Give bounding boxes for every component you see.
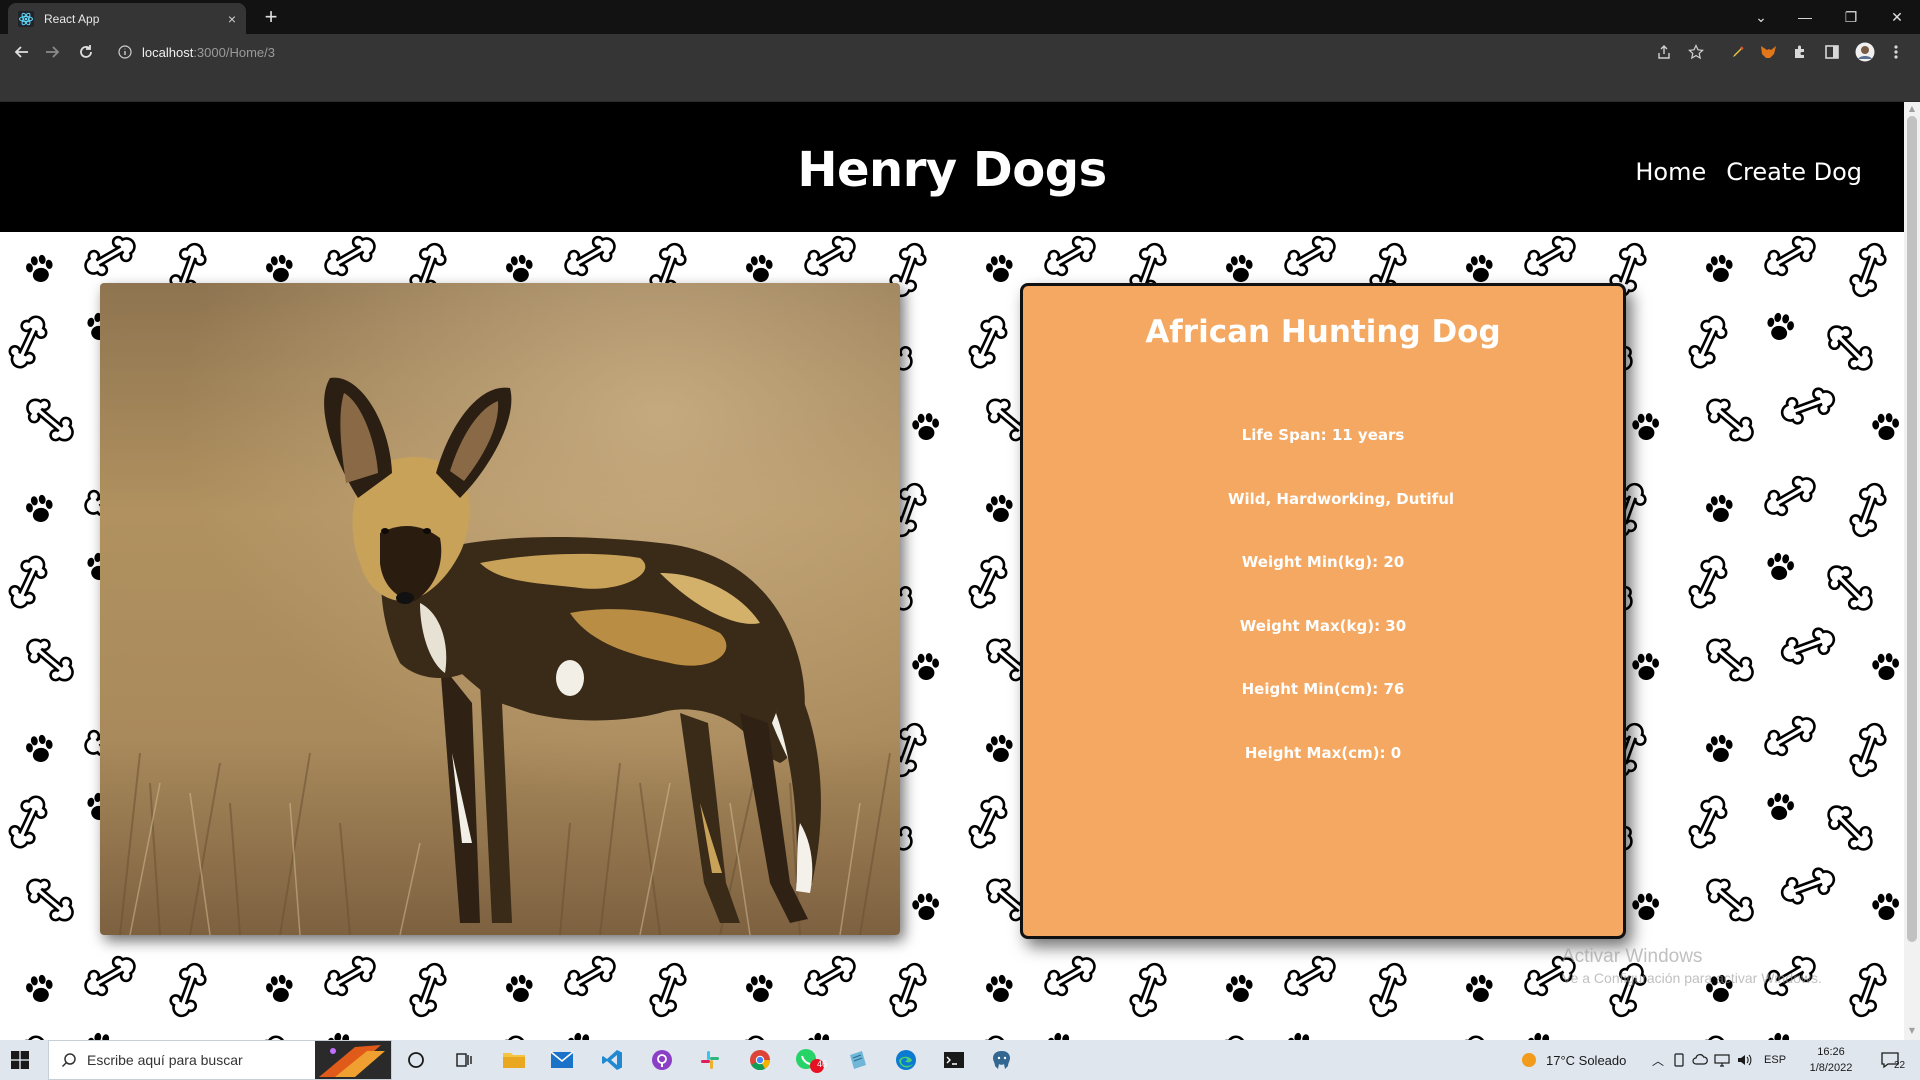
cloud-icon[interactable] (1692, 1053, 1708, 1067)
chevron-up-icon[interactable]: ︿ (1652, 1052, 1664, 1069)
search-placeholder: Escribe aquí para buscar (87, 1052, 243, 1068)
info-icon[interactable] (118, 45, 132, 59)
device-icon[interactable] (1672, 1053, 1686, 1067)
url-host: localhost (142, 44, 194, 60)
dog-photo (100, 283, 900, 935)
site-nav: Home Create Dog (1635, 158, 1862, 186)
dog-weight-max: Weight Max(kg): 30 (1239, 617, 1407, 635)
nav-home-link[interactable]: Home (1635, 158, 1706, 186)
close-window-button[interactable]: ✕ (1874, 0, 1920, 34)
reload-button[interactable] (74, 40, 98, 64)
dog-name: African Hunting Dog (1145, 314, 1501, 350)
arrow-left-icon (14, 46, 28, 58)
profile-avatar[interactable] (1855, 42, 1875, 62)
dog-temperament: Wild, Hardworking, Dutiful (1227, 490, 1455, 508)
page-scrollbar[interactable]: ▲ ▼ (1904, 102, 1920, 1040)
tab-title: React App (44, 11, 100, 26)
taskbar-clock[interactable]: 16:26 1/8/2022 (1800, 1044, 1862, 1076)
side-panel-icon[interactable] (1822, 42, 1842, 62)
weather-widget[interactable]: 17°C Soleado (1520, 1040, 1626, 1080)
windows-start-icon[interactable] (10, 1050, 30, 1070)
extensions-puzzle-icon[interactable] (1790, 42, 1810, 62)
podcast-app-icon[interactable] (642, 1044, 682, 1076)
forward-button[interactable] (40, 40, 64, 64)
chrome-icon[interactable] (740, 1044, 780, 1076)
scroll-down-icon[interactable]: ▼ (1907, 1026, 1917, 1036)
windows-activation-watermark: Activar Windows Ve a Configuración para … (1562, 946, 1822, 986)
dog-life-span: Life Span: 11 years (1241, 426, 1405, 444)
site-header: Henry Dogs Home Create Dog (0, 102, 1904, 232)
browser-tab[interactable]: React App × (8, 3, 246, 34)
clock-date: 1/8/2022 (1809, 1062, 1853, 1074)
watermark-line-1: Activar Windows (1562, 946, 1703, 967)
pencil-extension-icon[interactable] (1728, 42, 1748, 62)
reload-icon (80, 45, 92, 58)
volume-icon[interactable] (1736, 1053, 1752, 1067)
minimize-button[interactable]: — (1782, 0, 1828, 34)
bookmark-star-icon[interactable] (1686, 42, 1706, 62)
input-language[interactable]: ESP (1764, 1054, 1786, 1066)
back-button[interactable] (10, 40, 34, 64)
whatsapp-badge: 46 (817, 1059, 828, 1069)
restore-button[interactable]: ❐ (1828, 0, 1874, 34)
tab-search-icon[interactable]: ⌄ (1738, 0, 1784, 34)
task-view-icon[interactable] (444, 1044, 484, 1076)
weather-text: 17°C Soleado (1546, 1052, 1627, 1068)
address-bar[interactable]: localhost:3000/Home/3 (108, 38, 1708, 66)
url-path: :3000/Home/3 (193, 44, 275, 60)
mail-icon[interactable] (542, 1044, 582, 1076)
page-viewport: Henry Dogs Home Create Dog African Hunti… (0, 102, 1904, 1040)
file-explorer-icon[interactable] (494, 1044, 534, 1076)
postgres-icon[interactable] (982, 1044, 1022, 1076)
browser-toolbar: localhost:3000/Home/3 (0, 34, 1920, 70)
windows-taskbar: Escribe aquí para buscar 46 17°C Soleado… (0, 1040, 1920, 1080)
dog-height-max: Height Max(cm): 0 (1244, 744, 1402, 762)
metamask-extension-icon[interactable] (1758, 42, 1778, 62)
vscode-icon[interactable] (592, 1044, 632, 1076)
react-favicon-icon (18, 10, 34, 27)
notification-count: 22 (1894, 1059, 1906, 1071)
sun-icon (1522, 1053, 1536, 1067)
arrow-right-icon (46, 46, 60, 58)
tab-close-icon[interactable]: × (228, 11, 236, 27)
dog-detail-card: African Hunting Dog Life Span: 11 years … (1020, 283, 1626, 939)
notifications-button[interactable]: 22 (1880, 1040, 1905, 1080)
browser-menu-icon[interactable] (1886, 42, 1906, 62)
scroll-thumb[interactable] (1907, 116, 1917, 942)
notes-app-icon[interactable] (838, 1044, 878, 1076)
whatsapp-icon[interactable]: 46 (790, 1044, 830, 1076)
search-highlight-art-icon (315, 1041, 391, 1079)
cortana-icon[interactable] (396, 1044, 436, 1076)
site-title: Henry Dogs (797, 142, 1107, 198)
clock-time: 16:26 (1817, 1046, 1845, 1058)
browser-tab-strip: React App × + ⌄ — ❐ ✕ (0, 0, 1920, 34)
share-icon[interactable] (1654, 42, 1674, 62)
nav-create-dog-link[interactable]: Create Dog (1726, 158, 1862, 186)
system-tray: ︿ ESP (1652, 1040, 1786, 1080)
terminal-icon[interactable] (934, 1044, 974, 1076)
edge-icon[interactable] (886, 1044, 926, 1076)
bookmarks-bar (0, 70, 1920, 102)
dog-weight-min: Weight Min(kg): 20 (1241, 553, 1405, 571)
watermark-line-2: Ve a Configuración para activar Windows. (1562, 970, 1822, 986)
network-icon[interactable] (1714, 1053, 1730, 1067)
slack-icon[interactable] (690, 1044, 730, 1076)
scroll-up-icon[interactable]: ▲ (1907, 104, 1917, 114)
dog-height-min: Height Min(cm): 76 (1241, 680, 1405, 698)
taskbar-search-box[interactable]: Escribe aquí para buscar (48, 1040, 392, 1080)
search-icon (61, 1053, 76, 1068)
new-tab-button[interactable]: + (258, 4, 284, 30)
